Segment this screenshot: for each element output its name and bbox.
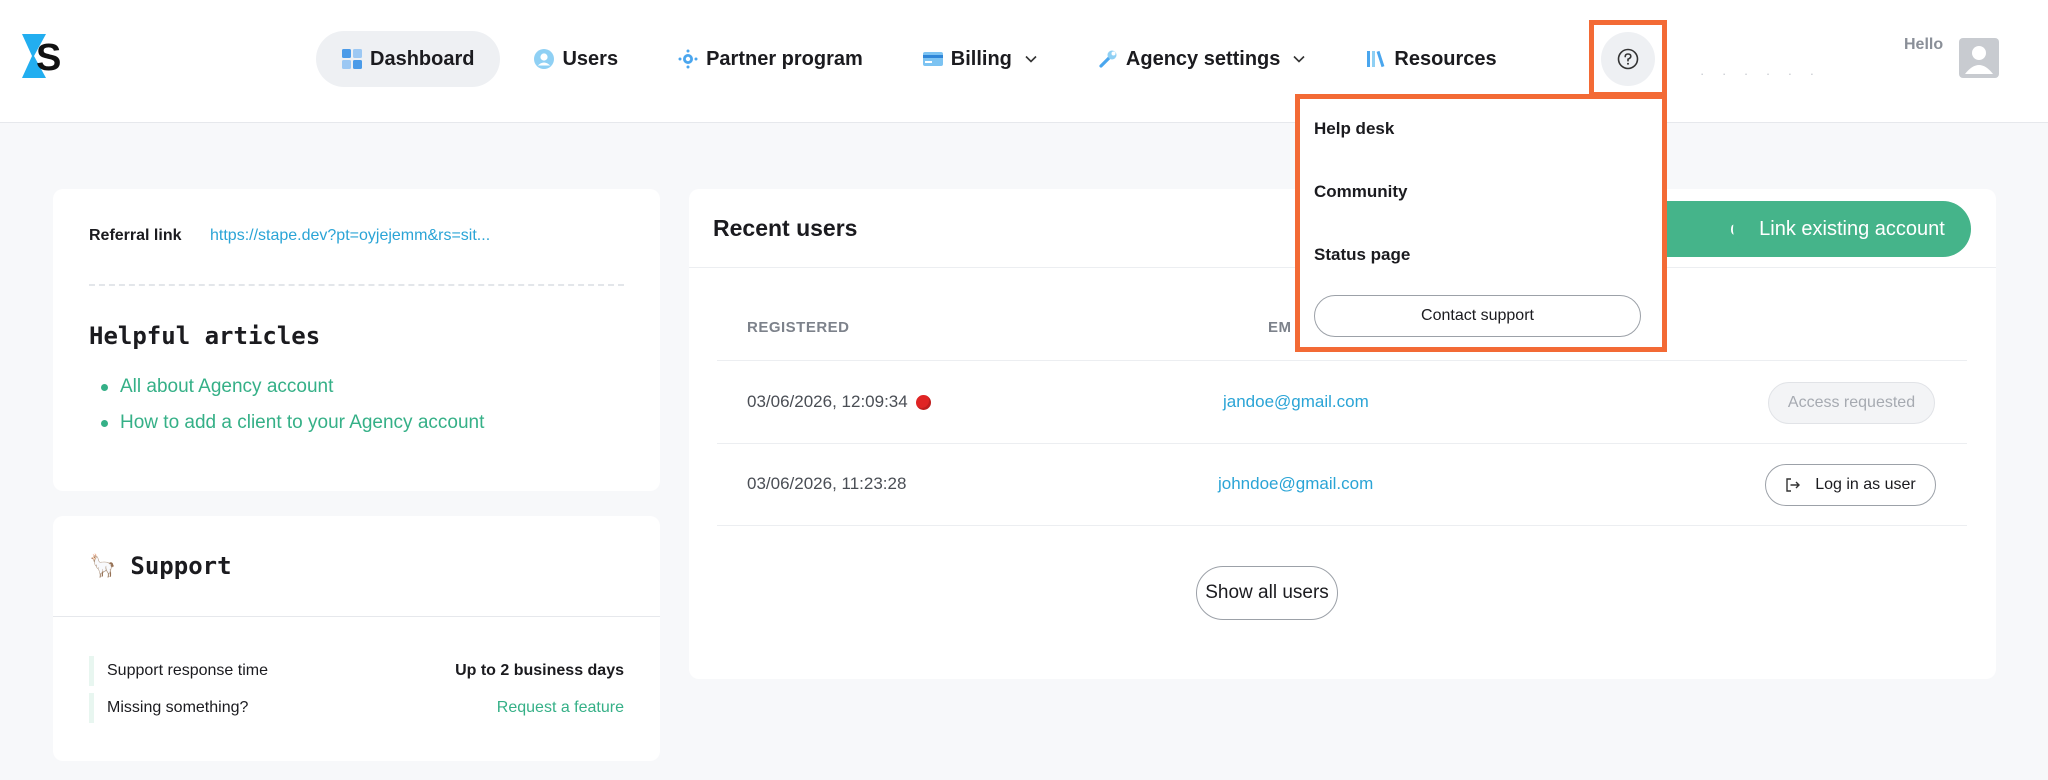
user-email[interactable]: jandoe@gmail.com (1223, 392, 1369, 412)
question-icon (1617, 48, 1639, 69)
avatar[interactable] (1959, 38, 1999, 78)
user-email[interactable]: johndoe@gmail.com (1218, 474, 1373, 494)
wrench-icon (1099, 50, 1117, 68)
avatar-placeholder-icon (1965, 46, 1993, 74)
nav-resources[interactable]: Resources (1340, 31, 1522, 87)
referral-card: Referral link https://stape.dev?pt=oyjej… (53, 189, 660, 491)
article-link[interactable]: All about Agency account (89, 369, 484, 405)
nav-billing[interactable]: Billing (897, 31, 1064, 87)
registered-date: 03/06/2026, 11:23:28 (747, 474, 906, 494)
registered-date-text: 03/06/2026, 11:23:28 (747, 474, 907, 493)
registered-date: 03/06/2026, 12:09:34 (747, 392, 931, 412)
help-button-highlight (1589, 20, 1667, 97)
support-response-row: Support response time Up to 2 business d… (89, 656, 624, 686)
red-circle-icon (915, 394, 931, 410)
nav-dashboard-label: Dashboard (370, 47, 475, 70)
community-menu-item[interactable]: Community (1314, 182, 1408, 202)
recent-users-title: Recent users (713, 215, 858, 241)
nav-billing-label: Billing (950, 47, 1012, 70)
missing-something-row: Missing something? Request a feature (89, 693, 624, 723)
support-row-label: Support response time (107, 662, 268, 679)
referral-label: Referral link (89, 227, 182, 244)
referral-link[interactable]: https://stape.dev?pt=oyjejemm&rs=sit... (210, 227, 490, 245)
log-in-as-user-label: Log in as user (1815, 476, 1916, 493)
row-divider (717, 525, 1967, 526)
support-row-label: Missing something? (107, 699, 249, 716)
nav-users[interactable]: Users (508, 31, 644, 87)
stape-logo[interactable]: S (22, 34, 64, 78)
access-requested-badge: Access requested (1768, 382, 1935, 424)
registered-date-text: 03/06/2026, 12:09:34 (747, 392, 908, 411)
llama-icon: 🦙 (89, 553, 117, 579)
nav-dashboard[interactable]: Dashboard (316, 31, 501, 87)
nav-partner-program[interactable]: Partner program (652, 31, 889, 87)
show-all-users-button[interactable]: Show all users (1196, 566, 1338, 620)
nav-agency-label: Agency settings (1125, 47, 1281, 70)
bullet (101, 419, 108, 427)
article-label: How to add a client to your Agency accou… (120, 412, 485, 433)
help-desk-menu-item[interactable]: Help desk (1314, 119, 1394, 139)
status-page-menu-item[interactable]: Status page (1314, 245, 1410, 265)
nav-agency-settings[interactable]: Agency settings (1072, 31, 1332, 87)
link-existing-account-button[interactable]: Link existing account (1733, 201, 1971, 257)
user-icon (534, 49, 555, 69)
support-row-value: Up to 2 business days (455, 662, 624, 679)
help-dropdown-menu: Help desk Community Status page Contact … (1295, 94, 1667, 352)
log-in-as-user-button[interactable]: Log in as user (1765, 464, 1936, 506)
contact-support-button[interactable]: Contact support (1314, 295, 1641, 337)
articles-title: Helpful articles (89, 322, 321, 350)
support-title: 🦙 Support (89, 552, 232, 580)
article-label: All about Agency account (120, 376, 334, 397)
main-nav: Dashboard Users Partner program Billing … (316, 31, 1523, 87)
nav-partner-label: Partner program (706, 47, 863, 70)
row-divider (717, 443, 1967, 444)
divider (53, 616, 660, 617)
nav-resources-label: Resources (1394, 47, 1497, 70)
articles-list: All about Agency account How to add a cl… (89, 369, 484, 441)
books-icon (1367, 50, 1385, 68)
bullet (101, 383, 108, 391)
support-title-text: Support (130, 552, 232, 580)
column-header-registered: REGISTERED (747, 319, 850, 336)
divider (89, 284, 624, 286)
greeting: Hello (1904, 36, 1944, 53)
account-name: · · · · · · (1700, 66, 1822, 81)
chevron-down-icon (1293, 55, 1305, 63)
svg-text:S: S (36, 37, 61, 78)
support-card: 🦙 Support Support response time Up to 2 … (53, 516, 660, 761)
row-divider (717, 360, 1967, 361)
partner-icon (678, 49, 698, 69)
article-link[interactable]: How to add a client to your Agency accou… (89, 405, 484, 441)
request-feature-link[interactable]: Request a feature (497, 699, 624, 717)
nav-users-label: Users (562, 47, 619, 70)
column-header-email: EM (1268, 319, 1292, 336)
help-button[interactable] (1601, 31, 1655, 86)
chevron-down-icon (1025, 55, 1037, 63)
top-header: S Dashboard Users Partner program Billin… (0, 0, 2048, 123)
dashboard-icon (342, 49, 362, 69)
login-icon (1786, 478, 1801, 492)
card-icon (922, 52, 943, 66)
